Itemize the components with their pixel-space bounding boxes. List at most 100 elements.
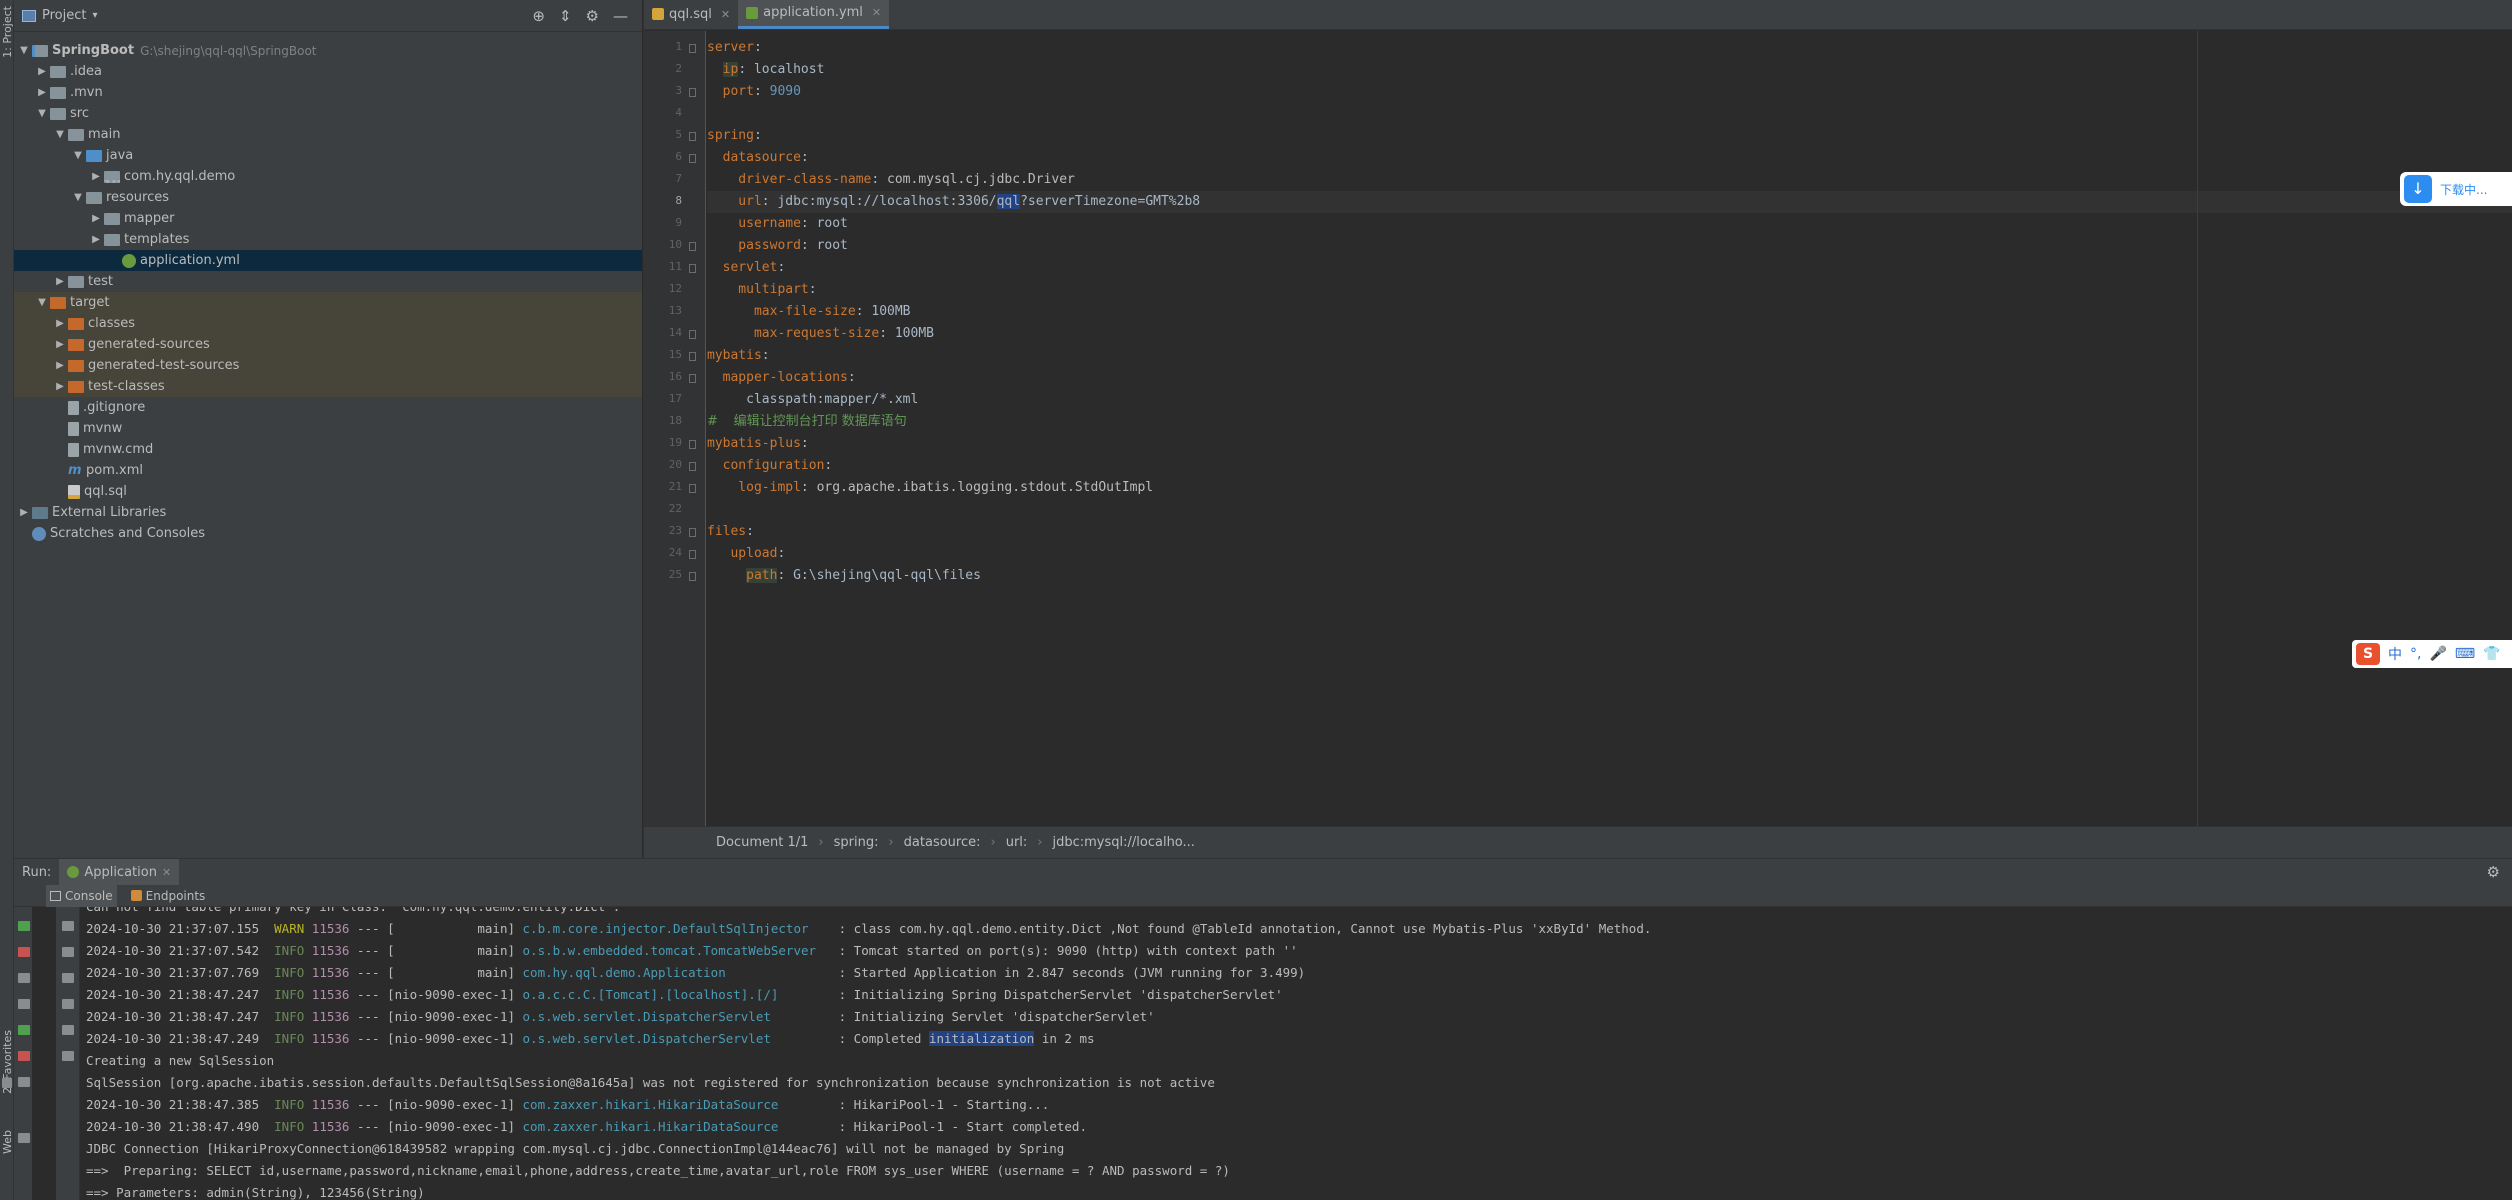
code-line[interactable]: path: G:\shejing\qql-qql\files (707, 565, 2512, 587)
tree-item[interactable]: .gitignore (14, 397, 642, 418)
code-line[interactable]: servlet: (707, 257, 2512, 279)
code-line[interactable]: upload: (707, 543, 2512, 565)
breadcrumb-item[interactable]: jdbc:mysql://localho... (1053, 835, 1195, 850)
code-line[interactable]: mybatis-plus: (707, 433, 2512, 455)
tree-item[interactable]: ▶ .idea (14, 61, 642, 82)
chevron-down-icon[interactable]: ▼ (72, 150, 84, 161)
chevron-right-icon[interactable]: ▶ (54, 381, 66, 392)
fold-marker-icon[interactable] (689, 550, 696, 559)
gear-icon[interactable]: ⚙ (2487, 863, 2500, 881)
code-editor[interactable]: server: ip: localhost port: 9090 spring: … (707, 31, 2512, 826)
code-line[interactable]: ip: localhost (707, 59, 2512, 81)
tree-item[interactable]: ▼ src (14, 103, 642, 124)
close-icon[interactable]: ✕ (721, 8, 730, 21)
scroll-up-icon[interactable] (62, 921, 74, 931)
ime-toolbar[interactable]: S 中 °, 🎤 ⌨ 👕 (2352, 640, 2512, 668)
chevron-right-icon[interactable]: ▶ (90, 213, 102, 224)
trash-icon[interactable] (62, 1051, 74, 1061)
chevron-down-icon[interactable]: ▼ (72, 192, 84, 203)
fold-marker-icon[interactable] (689, 572, 696, 581)
project-tool-label[interactable]: 1: Project (1, 6, 14, 58)
breadcrumb-item[interactable]: spring: (834, 835, 879, 850)
code-line[interactable]: mybatis: (707, 345, 2512, 367)
soft-wrap-icon[interactable] (62, 973, 74, 983)
code-line[interactable]: driver-class-name: com.mysql.cj.jdbc.Dri… (707, 169, 2512, 191)
tree-item[interactable]: ▶ generated-test-sources (14, 355, 642, 376)
chevron-right-icon[interactable]: ▶ (54, 360, 66, 371)
fold-marker-icon[interactable] (689, 528, 696, 537)
tree-item[interactable]: ▼ main (14, 124, 642, 145)
scroll-down-icon[interactable] (62, 947, 74, 957)
code-line[interactable]: password: root (707, 235, 2512, 257)
tree-item[interactable]: ▶ templates (14, 229, 642, 250)
run-config-tab[interactable]: Application ✕ (59, 859, 180, 885)
chevron-right-icon[interactable]: ▶ (54, 318, 66, 329)
collapse-all-icon[interactable]: ⇕ (559, 7, 572, 25)
tab-application-yml[interactable]: application.yml ✕ (738, 0, 890, 29)
chevron-right-icon[interactable]: ▶ (54, 339, 66, 350)
tree-item[interactable]: mvnw.cmd (14, 439, 642, 460)
chevron-down-icon[interactable]: ▼ (36, 108, 48, 119)
star-icon[interactable] (2, 1078, 12, 1088)
web-tool-label[interactable]: Web (1, 1130, 14, 1154)
code-line[interactable]: # 编辑让控制台打印 数据库语句 (707, 411, 2512, 433)
fold-marker-icon[interactable] (689, 132, 696, 141)
tree-item[interactable]: Scratches and Consoles (14, 523, 642, 544)
tree-item[interactable]: mvnw (14, 418, 642, 439)
chevron-down-icon[interactable]: ▼ (18, 45, 30, 56)
fold-marker-icon[interactable] (689, 484, 696, 493)
tree-item[interactable]: ▼ resources (14, 187, 642, 208)
console-output[interactable]: Can not find table primary key in Class:… (86, 907, 2512, 1200)
tree-item[interactable]: ▶ com.hy.qql.demo (14, 166, 642, 187)
close-icon[interactable]: ✕ (162, 866, 171, 879)
tree-item[interactable]: ▶ generated-sources (14, 334, 642, 355)
tree-item[interactable]: ▼ java (14, 145, 642, 166)
fold-marker-icon[interactable] (689, 374, 696, 383)
project-panel-title[interactable]: Project (42, 8, 86, 23)
layout-icon[interactable] (18, 1077, 30, 1087)
chevron-right-icon[interactable]: ▶ (36, 87, 48, 98)
fold-marker-icon[interactable] (689, 242, 696, 251)
tab-console[interactable]: Console (46, 884, 117, 907)
fold-marker-icon[interactable] (689, 88, 696, 97)
fold-marker-icon[interactable] (689, 44, 696, 53)
code-line[interactable] (707, 499, 2512, 521)
print-icon[interactable] (62, 1025, 74, 1035)
code-line[interactable] (707, 103, 2512, 125)
tree-item[interactable]: ▶ External Libraries (14, 502, 642, 523)
code-line[interactable]: username: root (707, 213, 2512, 235)
tree-item[interactable]: application.yml (14, 250, 642, 271)
stop-icon[interactable] (18, 947, 30, 957)
code-line[interactable]: multipart: (707, 279, 2512, 301)
code-line[interactable]: max-request-size: 100MB (707, 323, 2512, 345)
code-line[interactable]: mapper-locations: (707, 367, 2512, 389)
minimize-icon[interactable]: — (613, 7, 628, 25)
code-line[interactable]: configuration: (707, 455, 2512, 477)
microphone-icon[interactable]: 🎤 (2429, 646, 2446, 662)
download-widget[interactable]: ↓ 下载中... (2400, 172, 2512, 206)
code-line[interactable]: url: jdbc:mysql://localhost:3306/qql?ser… (707, 191, 2512, 213)
chevron-down-icon[interactable]: ▼ (54, 129, 66, 140)
tree-item[interactable]: ▶ .mvn (14, 82, 642, 103)
ime-punctuation-toggle[interactable]: °, (2410, 646, 2421, 662)
tab-qql-sql[interactable]: qql.sql ✕ (644, 0, 738, 29)
code-line[interactable]: files: (707, 521, 2512, 543)
keyboard-icon[interactable]: ⌨ (2455, 646, 2475, 662)
chevron-right-icon[interactable]: ▶ (90, 171, 102, 182)
tree-item[interactable]: ▶ test-classes (14, 376, 642, 397)
pause-icon[interactable] (18, 973, 30, 983)
fold-marker-icon[interactable] (689, 154, 696, 163)
chevron-right-icon[interactable]: ▶ (18, 507, 30, 518)
chevron-right-icon[interactable]: ▶ (54, 276, 66, 287)
code-line[interactable]: log-impl: org.apache.ibatis.logging.stdo… (707, 477, 2512, 499)
code-line[interactable]: max-file-size: 100MB (707, 301, 2512, 323)
chevron-down-icon[interactable]: ▾ (92, 10, 97, 21)
tree-item[interactable]: ▼ SpringBoot G:\shejing\qql-qql\SpringBoot (14, 40, 642, 61)
code-line[interactable]: port: 9090 (707, 81, 2512, 103)
fold-marker-icon[interactable] (689, 352, 696, 361)
tree-item[interactable]: ▶ test (14, 271, 642, 292)
code-line[interactable]: server: (707, 37, 2512, 59)
locate-icon[interactable]: ⊕ (532, 7, 545, 25)
code-line[interactable]: datasource: (707, 147, 2512, 169)
exit-icon[interactable] (18, 1051, 30, 1061)
